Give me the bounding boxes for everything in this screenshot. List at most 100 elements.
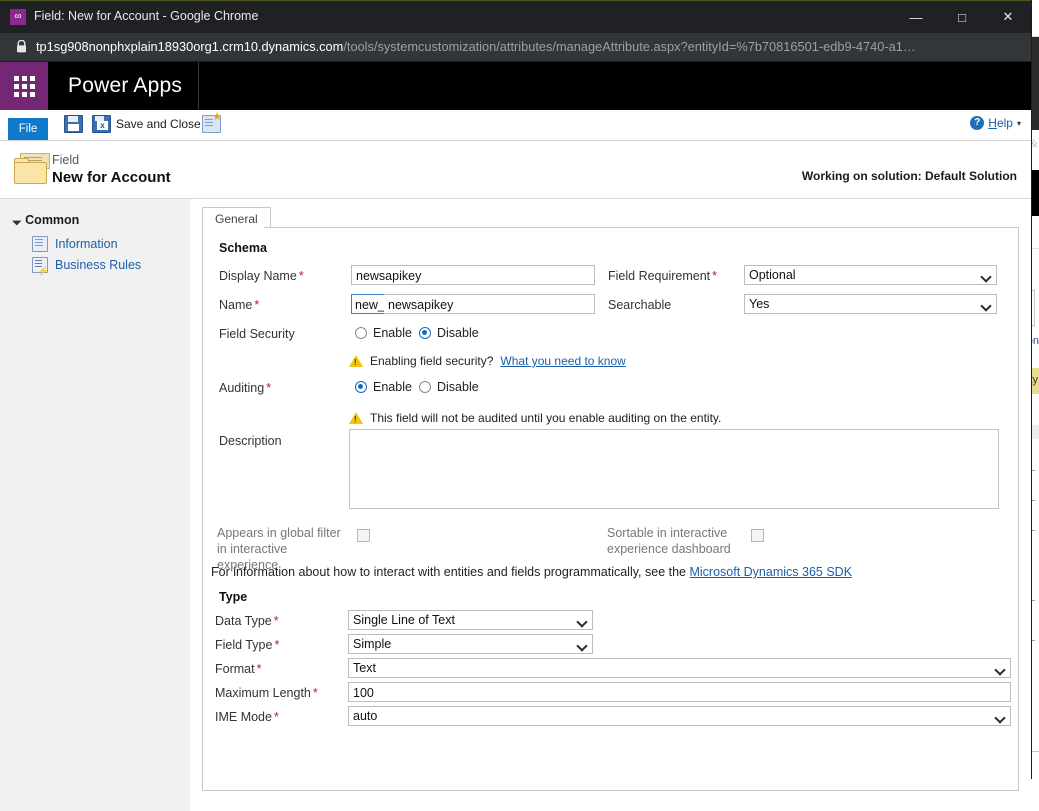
maximum-length-input[interactable]: 100 (348, 682, 1011, 702)
field-type-label: Field Type* (215, 638, 279, 652)
searchable-label: Searchable (608, 298, 671, 312)
maximum-length-label: Maximum Length* (215, 686, 318, 700)
general-tab-panel: Schema Display Name* newsapikey Field Re… (202, 228, 1019, 791)
name-prefix-input[interactable]: new_ (351, 294, 385, 314)
what-you-need-to-know-link[interactable]: What you need to know (500, 354, 625, 368)
maximize-button[interactable]: □ (939, 1, 985, 33)
window-controls: — □ ✕ (893, 1, 1031, 33)
help-menu[interactable]: ? Help ▾ (970, 116, 1021, 130)
sdk-info-line: For information about how to interact wi… (211, 565, 852, 579)
radio-indicator (419, 381, 431, 393)
radio-indicator (419, 327, 431, 339)
command-ribbon: File Save and Close ? Help ▾ (0, 110, 1031, 141)
window-title: Field: New for Account - Google Chrome (34, 9, 258, 23)
field-requirement-label: Field Requirement* (608, 269, 717, 283)
schema-section-title: Schema (219, 241, 267, 255)
display-name-input[interactable]: newsapikey (351, 265, 595, 285)
collapse-caret-icon: ◢ (12, 215, 23, 226)
form-content-area: General Schema Display Name* newsapikey … (190, 199, 1031, 811)
type-section-title: Type (219, 590, 247, 604)
browser-titlebar: ∞ Field: New for Account - Google Chrome… (0, 0, 1031, 33)
help-icon: ? (970, 116, 984, 130)
radio-label: Enable (373, 380, 412, 394)
minimize-button[interactable]: — (893, 1, 939, 33)
navigation-sidebar: ◢ Common Information Business Rules (0, 199, 191, 811)
auditing-disable-radio[interactable]: Disable (419, 380, 479, 394)
page-header: Field New for Account Working on solutio… (0, 141, 1031, 199)
radio-label: Disable (437, 326, 479, 340)
power-apps-header: Power Apps (0, 62, 1031, 110)
warning-text: Enabling field security? (370, 354, 493, 368)
app-launcher-waffle-icon[interactable] (0, 62, 48, 110)
field-folder-icon (14, 153, 50, 183)
format-label: Format* (215, 662, 261, 676)
tab-general[interactable]: General (202, 207, 271, 230)
radio-label: Enable (373, 326, 412, 340)
chrome-browser-window: ∞ Field: New for Account - Google Chrome… (0, 0, 1031, 778)
field-security-warning: Enabling field security? What you need t… (349, 354, 626, 368)
sidebar-group-label: Common (25, 213, 79, 227)
sidebar-group-common[interactable]: ◢ Common (14, 213, 79, 227)
description-textarea[interactable] (349, 429, 999, 509)
radio-indicator (355, 381, 367, 393)
description-label: Description (219, 434, 282, 448)
url-host: tp1sg908nonphxplain18930org1.crm10.dynam… (36, 39, 343, 54)
help-label: Help (988, 116, 1013, 130)
chevron-down-icon: ▾ (1017, 119, 1021, 128)
radio-indicator (355, 327, 367, 339)
name-label: Name* (219, 298, 259, 312)
warning-icon (349, 412, 363, 424)
header-divider (198, 62, 199, 110)
sidebar-item-label: Business Rules (55, 258, 141, 272)
new-field-icon (202, 115, 221, 133)
field-security-enable-radio[interactable]: Enable (355, 326, 412, 340)
save-and-close-label: Save and Close (116, 117, 201, 131)
dynamics-365-sdk-link[interactable]: Microsoft Dynamics 365 SDK (689, 565, 852, 579)
save-and-close-icon (92, 115, 111, 133)
page-title: New for Account (52, 169, 171, 186)
field-security-label: Field Security (219, 327, 295, 341)
save-and-close-button[interactable]: Save and Close (92, 115, 201, 133)
save-button[interactable] (64, 115, 83, 133)
business-rules-icon (32, 257, 48, 273)
name-input[interactable]: newsapikey (384, 294, 595, 314)
information-icon (32, 236, 48, 252)
warning-icon (349, 355, 363, 367)
global-filter-checkbox[interactable] (357, 529, 370, 542)
page-kicker: Field (52, 153, 79, 167)
solution-note: Working on solution: Default Solution (802, 169, 1017, 183)
save-icon (64, 115, 83, 133)
close-button[interactable]: ✕ (985, 1, 1031, 33)
url-text: tp1sg908nonphxplain18930org1.crm10.dynam… (36, 39, 916, 54)
power-apps-title: Power Apps (68, 74, 182, 98)
lock-icon (16, 40, 27, 53)
warning-text: This field will not be audited until you… (370, 411, 721, 425)
display-name-label: Display Name* (219, 269, 304, 283)
searchable-select[interactable]: Yes (744, 294, 997, 314)
format-select[interactable]: Text (348, 658, 1011, 678)
sdk-info-text: For information about how to interact wi… (211, 565, 686, 579)
sortable-label: Sortable in interactive experience dashb… (607, 525, 742, 557)
new-field-button[interactable] (202, 115, 221, 133)
browser-address-bar[interactable]: tp1sg908nonphxplain18930org1.crm10.dynam… (0, 33, 1031, 62)
file-tab[interactable]: File (8, 118, 48, 140)
ime-mode-select[interactable]: auto (348, 706, 1011, 726)
field-security-disable-radio[interactable]: Disable (419, 326, 479, 340)
field-type-select[interactable]: Simple (348, 634, 593, 654)
auditing-enable-radio[interactable]: Enable (355, 380, 412, 394)
auditing-warning: This field will not be audited until you… (349, 411, 721, 425)
sidebar-item-business-rules[interactable]: Business Rules (32, 257, 141, 273)
tabstrip: General (202, 207, 1019, 229)
url-path: /tools/systemcustomization/attributes/ma… (343, 39, 915, 54)
sortable-checkbox[interactable] (751, 529, 764, 542)
sidebar-item-information[interactable]: Information (32, 236, 118, 252)
data-type-label: Data Type* (215, 614, 279, 628)
page-body: ◢ Common Information Business Rules Gene… (0, 199, 1031, 811)
auditing-label: Auditing* (219, 381, 271, 395)
radio-label: Disable (437, 380, 479, 394)
data-type-select[interactable]: Single Line of Text (348, 610, 593, 630)
sidebar-item-label: Information (55, 237, 118, 251)
field-requirement-select[interactable]: Optional (744, 265, 997, 285)
ime-mode-label: IME Mode* (215, 710, 279, 724)
power-apps-favicon: ∞ (10, 9, 26, 25)
